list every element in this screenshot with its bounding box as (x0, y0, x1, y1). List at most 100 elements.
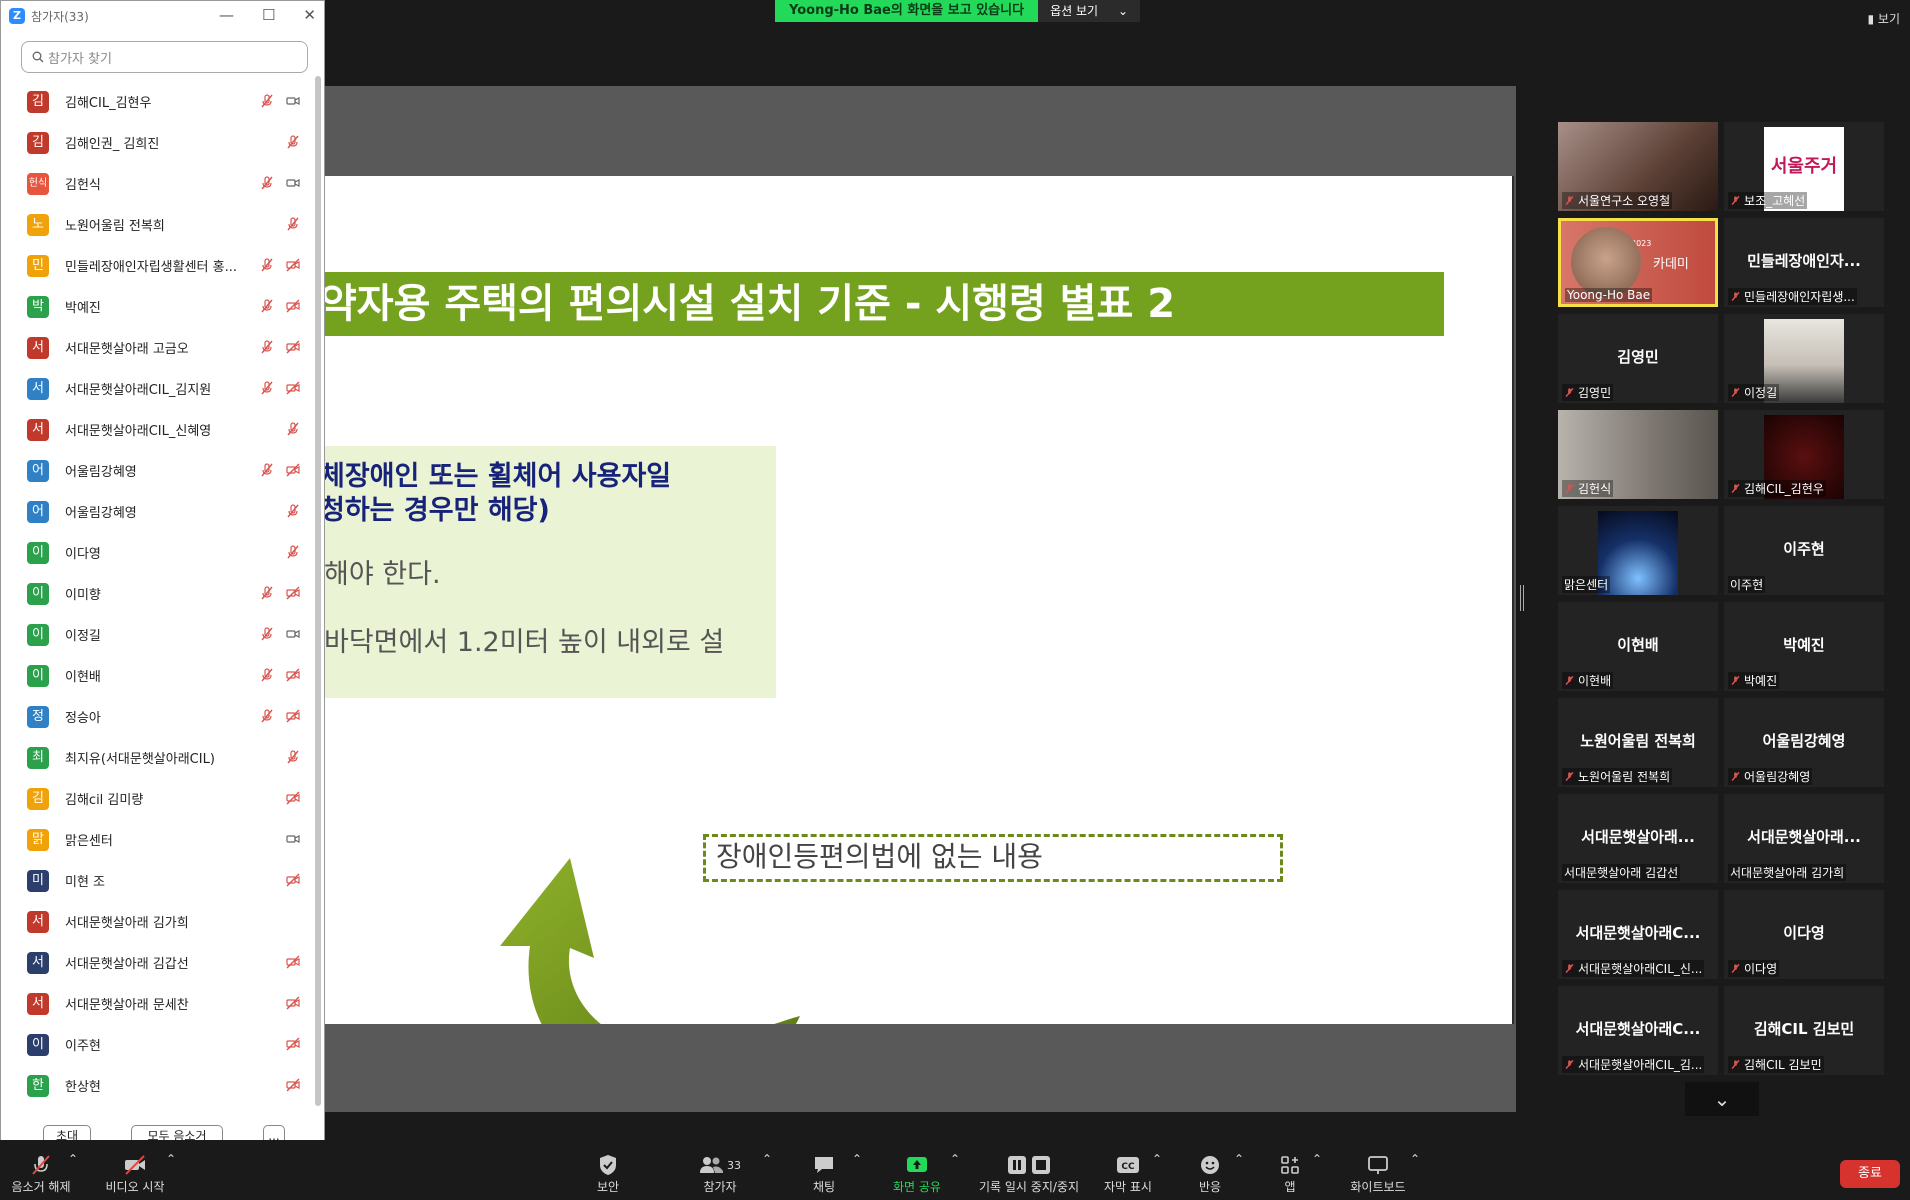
camera-off-icon[interactable] (285, 872, 301, 888)
video-tile[interactable]: 김영민 김영민 (1558, 314, 1718, 403)
participant-row[interactable]: 이 이미향 (1, 573, 311, 614)
video-tile[interactable]: 김해CIL 김보민 김해CIL 김보민 (1724, 986, 1884, 1075)
video-tile[interactable]: 서대문햇살아래C... 서대문햇살아래CIL_신... (1558, 890, 1718, 979)
video-tile[interactable]: 맑은센터 (1558, 506, 1718, 595)
captions-button[interactable]: CC 자막 표시 (1098, 1152, 1158, 1195)
video-tile[interactable]: 김헌식 (1558, 410, 1718, 499)
participant-row[interactable]: 미 미현 조 (1, 860, 311, 901)
microphone-muted-icon[interactable] (259, 175, 275, 191)
participant-search-input[interactable]: 참가자 찾기 (21, 41, 308, 73)
share-options-caret[interactable]: ⌃ (948, 1152, 962, 1166)
participants-options-caret[interactable]: ⌃ (760, 1152, 774, 1166)
microphone-muted-icon[interactable] (259, 93, 275, 109)
camera-icon[interactable] (285, 175, 301, 191)
microphone-muted-icon[interactable] (259, 708, 275, 724)
microphone-muted-icon[interactable] (259, 339, 275, 355)
participant-row[interactable]: 서 서대문햇살아래CIL_신혜영 (1, 409, 311, 450)
participants-button[interactable]: 33 참가자 (692, 1152, 748, 1195)
participant-row[interactable]: 이 이정길 (1, 614, 311, 655)
chat-options-caret[interactable]: ⌃ (850, 1152, 864, 1166)
camera-off-icon[interactable] (285, 995, 301, 1011)
participant-row[interactable]: 이 이주현 (1, 1024, 311, 1065)
camera-off-icon[interactable] (285, 462, 301, 478)
video-tile[interactable]: 이주현 이주현 (1724, 506, 1884, 595)
microphone-muted-icon[interactable] (259, 626, 275, 642)
microphone-muted-icon[interactable] (285, 421, 301, 437)
participant-row[interactable]: 노 노원어울림 전복희 (1, 204, 311, 245)
start-video-button[interactable]: 비디오 시작 (100, 1152, 170, 1195)
minimize-icon[interactable]: — (219, 6, 234, 24)
close-icon[interactable]: ✕ (303, 6, 316, 24)
view-button[interactable]: ▮ 보기 (1867, 10, 1900, 27)
participant-row[interactable]: 서 서대문햇살아래 문세찬 (1, 983, 311, 1024)
camera-off-icon[interactable] (285, 667, 301, 683)
video-tile[interactable]: 서울주거 보조_고혜선 (1724, 122, 1884, 211)
microphone-muted-icon[interactable] (285, 749, 301, 765)
gallery-next-page-button[interactable]: ⌄ (1685, 1082, 1759, 1116)
participant-row[interactable]: 서 서대문햇살아래 고금오 (1, 327, 311, 368)
video-tile[interactable]: 김해CIL_김현우 (1724, 410, 1884, 499)
participant-row[interactable]: 서 서대문햇살아래 김가희 (1, 901, 311, 942)
participant-row[interactable]: 김 김해CIL_김현우 (1, 81, 311, 122)
end-meeting-button[interactable]: 종료 (1840, 1160, 1900, 1188)
participant-row[interactable]: 한 한상현 (1, 1065, 311, 1106)
maximize-icon[interactable]: ☐ (262, 6, 275, 24)
camera-icon[interactable] (285, 93, 301, 109)
camera-off-icon[interactable] (285, 339, 301, 355)
microphone-muted-icon[interactable] (259, 585, 275, 601)
participant-row[interactable]: 최 최지유(서대문햇살아래CIL) (1, 737, 311, 778)
microphone-muted-icon[interactable] (259, 380, 275, 396)
camera-off-icon[interactable] (285, 257, 301, 273)
microphone-muted-icon[interactable] (259, 462, 275, 478)
participant-list-scrollbar[interactable] (315, 76, 321, 1106)
participant-row[interactable]: 이 이현배 (1, 655, 311, 696)
participant-row[interactable]: 서 서대문햇살아래CIL_김지원 (1, 368, 311, 409)
pause-record-button[interactable]: 기록 일시 중지/중지 (974, 1152, 1084, 1195)
panel-resize-handle[interactable] (1520, 585, 1524, 611)
microphone-muted-icon[interactable] (285, 503, 301, 519)
participant-row[interactable]: 어 어울림강혜영 (1, 491, 311, 532)
whiteboard-options-caret[interactable]: ⌃ (1408, 1152, 1422, 1166)
video-tile[interactable]: 어울림강혜영 어울림강혜영 (1724, 698, 1884, 787)
video-tile[interactable]: 이다영 이다영 (1724, 890, 1884, 979)
video-options-caret[interactable]: ⌃ (164, 1152, 178, 1166)
video-tile[interactable]: 노원어울림 전복희 노원어울림 전복희 (1558, 698, 1718, 787)
share-screen-button[interactable]: 화면 공유 (888, 1152, 946, 1195)
camera-off-icon[interactable] (285, 380, 301, 396)
chat-button[interactable]: 채팅 (806, 1152, 842, 1195)
view-options-button[interactable]: 옵션 보기 ⌄ (1038, 0, 1141, 22)
microphone-muted-icon[interactable] (285, 544, 301, 560)
microphone-muted-icon[interactable] (285, 216, 301, 232)
camera-off-icon[interactable] (285, 585, 301, 601)
audio-options-caret[interactable]: ⌃ (66, 1152, 80, 1166)
apps-options-caret[interactable]: ⌃ (1310, 1152, 1324, 1166)
video-tile[interactable]: 민들레장애인자... 민들레장애인자립생... (1724, 218, 1884, 307)
camera-off-icon[interactable] (285, 298, 301, 314)
participant-row[interactable]: 이 이다영 (1, 532, 311, 573)
security-button[interactable]: 보안 (588, 1152, 628, 1195)
camera-off-icon[interactable] (285, 954, 301, 970)
video-tile[interactable]: 이정길 (1724, 314, 1884, 403)
video-tile[interactable]: 서대문햇살아래C... 서대문햇살아래CIL_김... (1558, 986, 1718, 1075)
camera-off-icon[interactable] (285, 790, 301, 806)
video-tile[interactable]: 박예진 박예진 (1724, 602, 1884, 691)
participant-row[interactable]: 김 김해인권_ 김희진 (1, 122, 311, 163)
whiteboard-button[interactable]: 화이트보드 (1346, 1152, 1410, 1195)
participant-row[interactable]: 민 민들레장애인자립생활센터 홍... (1, 245, 311, 286)
participant-row[interactable]: 박 박예진 (1, 286, 311, 327)
video-tile[interactable]: 2023 카데미 Yoong-Ho Bae (1558, 218, 1718, 307)
participant-row[interactable]: 서 서대문햇살아래 김갑선 (1, 942, 311, 983)
camera-icon[interactable] (285, 831, 301, 847)
reactions-button[interactable]: 반응 (1192, 1152, 1228, 1195)
video-tile[interactable]: 서대문햇살아래... 서대문햇살아래 김갑선 (1558, 794, 1718, 883)
participant-row[interactable]: 어 어울림강혜영 (1, 450, 311, 491)
camera-off-icon[interactable] (285, 708, 301, 724)
participant-row[interactable]: 정 정승아 (1, 696, 311, 737)
camera-off-icon[interactable] (285, 1036, 301, 1052)
video-tile[interactable]: 서대문햇살아래... 서대문햇살아래 김가희 (1724, 794, 1884, 883)
captions-options-caret[interactable]: ⌃ (1150, 1152, 1164, 1166)
shared-screen[interactable]: 약자용 주택의 편의시설 설치 기준 - 시행령 별표 2 체장애인 또는 휠체… (320, 86, 1516, 1112)
reactions-options-caret[interactable]: ⌃ (1232, 1152, 1246, 1166)
video-tile[interactable]: 이현배 이현배 (1558, 602, 1718, 691)
participant-row[interactable]: 맑 맑은센터 (1, 819, 311, 860)
